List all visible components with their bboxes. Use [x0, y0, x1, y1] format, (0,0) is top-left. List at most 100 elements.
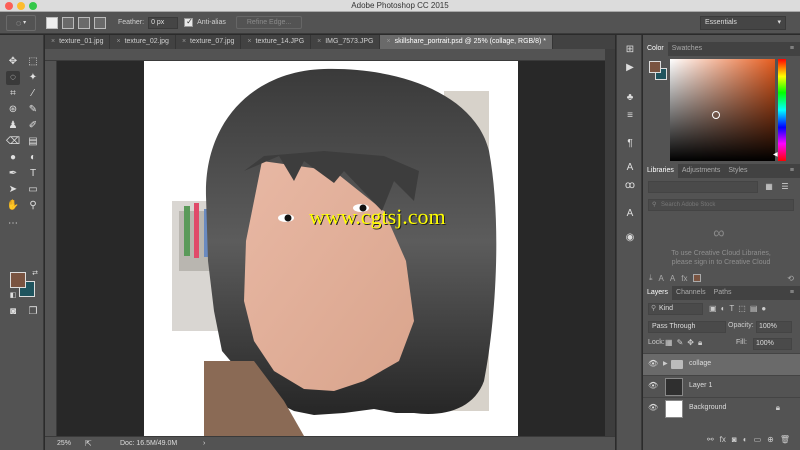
hand-tool-icon[interactable]: ✋ — [6, 199, 20, 213]
hue-slider[interactable] — [778, 59, 786, 161]
paragraph-panel-icon[interactable]: ¶ — [623, 137, 637, 151]
panel-menu-icon[interactable]: ≡ — [790, 286, 794, 300]
rectangle-tool-icon[interactable]: ▭ — [26, 183, 40, 197]
new-layer-icon[interactable]: ⊕ — [767, 433, 774, 447]
layer-name[interactable]: Layer 1 — [689, 382, 712, 389]
type-tool-icon[interactable]: T — [26, 167, 40, 181]
new-group-icon[interactable]: ▭ — [754, 433, 762, 447]
zoom-tool-icon[interactable]: ⚲ — [26, 199, 40, 213]
lock-all-icon[interactable]: 🔒︎ — [698, 338, 702, 348]
spot-healing-tool-icon[interactable]: ⊛ — [6, 103, 20, 117]
link-layers-icon[interactable]: ⚯ — [707, 433, 714, 447]
document-tab[interactable]: × texture_02.jpg — [110, 35, 176, 49]
canvas-area[interactable]: www.cgtsj.com — [57, 61, 605, 436]
antialias-checkbox[interactable] — [184, 17, 194, 27]
layer-style-icon[interactable]: A — [670, 274, 675, 283]
delete-layer-icon[interactable]: 🗑︎ — [780, 433, 790, 447]
refine-edge-button[interactable]: Refine Edge... — [235, 16, 303, 29]
swap-colors-icon[interactable]: ⇄ — [28, 267, 42, 281]
properties-panel-icon[interactable]: ◉ — [623, 231, 637, 245]
color-picker-field[interactable] — [670, 59, 775, 161]
sync-icon[interactable]: ⟲ — [787, 274, 794, 283]
blend-mode-select[interactable]: Pass Through — [648, 321, 726, 333]
filter-toggle-icon[interactable]: ● — [761, 303, 766, 315]
blur-tool-icon[interactable]: ● — [6, 151, 20, 165]
pen-tool-icon[interactable]: ✒ — [6, 167, 20, 181]
document-tab-active[interactable]: × skillshare_portrait.psd @ 25% (collage,… — [380, 35, 554, 49]
brush-presets-icon[interactable]: ≡ — [623, 109, 637, 123]
move-tool-icon[interactable]: ✥ — [6, 55, 20, 69]
layer-row-collage[interactable]: 👁︎ ▶ collage — [643, 353, 800, 375]
actions-panel-icon[interactable]: ▶ — [623, 61, 637, 75]
expand-arrow-icon[interactable]: ▶ — [663, 360, 668, 367]
subtract-from-selection-button[interactable] — [78, 16, 90, 29]
grid-view-icon[interactable]: ▦ — [764, 182, 774, 192]
close-tab-icon[interactable]: × — [317, 38, 321, 45]
document-tab[interactable]: × IMG_7573.JPG — [311, 35, 381, 49]
document-canvas[interactable] — [144, 61, 518, 436]
more-tools-icon[interactable]: ⋯ — [6, 217, 20, 231]
fx-icon[interactable]: fx — [681, 274, 687, 283]
default-colors-icon[interactable]: ◧ — [6, 289, 20, 303]
shape-filter-icon[interactable]: ⬚ — [738, 303, 746, 315]
gradient-tool-icon[interactable]: ▤ — [26, 135, 40, 149]
eyedropper-tool-icon[interactable]: ⁄ — [26, 87, 40, 101]
character-styles-icon[interactable]: ꝏ — [623, 179, 637, 193]
tab-styles[interactable]: Styles — [724, 164, 751, 178]
close-tab-icon[interactable]: × — [182, 38, 186, 45]
adjustment-layer-icon[interactable]: ◐ — [743, 433, 748, 447]
character-panel-icon[interactable]: A — [623, 161, 637, 175]
marquee-tool-icon[interactable]: ⬚ — [26, 55, 40, 69]
status-menu-arrow-icon[interactable]: › — [203, 437, 205, 450]
tab-channels[interactable]: Channels — [672, 286, 710, 300]
horizontal-ruler[interactable] — [45, 49, 605, 61]
panel-menu-icon[interactable]: ≡ — [790, 42, 794, 56]
crop-tool-icon[interactable]: ⌗ — [6, 87, 20, 101]
add-to-selection-button[interactable] — [62, 16, 74, 29]
adjustment-filter-icon[interactable]: ◐ — [721, 303, 726, 315]
vertical-scrollbar[interactable] — [605, 49, 615, 436]
intersect-selection-button[interactable] — [94, 16, 106, 29]
layer-style-fx-icon[interactable]: fx — [720, 433, 726, 447]
pixel-filter-icon[interactable]: ▣ — [709, 303, 717, 315]
layer-row-background[interactable]: 👁︎ Background 🔒︎ — [643, 397, 800, 419]
color-square-icon[interactable] — [693, 274, 702, 282]
quick-mask-icon[interactable]: ◙ — [6, 305, 20, 319]
lock-position-icon[interactable]: ✥ — [687, 338, 694, 348]
clone-stamp-tool-icon[interactable]: ♟ — [6, 119, 20, 133]
feather-input[interactable]: 0 px — [148, 16, 179, 29]
foreground-color-swatch[interactable] — [10, 272, 26, 288]
add-element-icon[interactable]: ⤓ — [649, 273, 653, 283]
path-selection-tool-icon[interactable]: ➤ — [6, 183, 20, 197]
screen-mode-icon[interactable]: ❐ — [26, 305, 40, 319]
history-brush-tool-icon[interactable]: ✐ — [26, 119, 40, 133]
visibility-eye-icon[interactable]: 👁︎ — [648, 381, 658, 390]
tab-paths[interactable]: Paths — [710, 286, 736, 300]
stock-search-input[interactable]: ⚲ Search Adobe Stock — [648, 199, 794, 211]
brush-panel-icon[interactable]: ♣ — [623, 91, 637, 105]
close-tab-icon[interactable]: × — [386, 38, 390, 45]
glyphs-panel-icon[interactable]: A — [623, 207, 637, 221]
add-mask-icon[interactable]: ◙ — [732, 433, 737, 447]
vertical-ruler[interactable] — [45, 61, 57, 436]
tab-libraries[interactable]: Libraries — [643, 164, 678, 178]
panel-menu-icon[interactable]: ≡ — [790, 164, 794, 178]
document-tab[interactable]: × texture_07.jpg — [176, 35, 242, 49]
dodge-tool-icon[interactable]: ◐ — [26, 151, 40, 165]
type-filter-icon[interactable]: T — [729, 303, 734, 315]
lasso-tool-icon[interactable]: ◌ — [6, 71, 20, 85]
lock-transparent-icon[interactable]: ▦ — [665, 338, 673, 348]
workspace-select[interactable]: Essentials ▾ — [700, 16, 786, 30]
zoom-level[interactable]: 25% — [57, 437, 71, 450]
visibility-eye-icon[interactable]: 👁︎ — [648, 403, 658, 412]
hue-slider-marker-icon[interactable]: ◀ — [773, 151, 778, 158]
character-style-icon[interactable]: A — [659, 274, 664, 283]
lock-image-icon[interactable]: ✎ — [677, 338, 684, 348]
opacity-input[interactable]: 100% — [756, 321, 792, 333]
tab-layers[interactable]: Layers — [643, 286, 673, 300]
library-select[interactable] — [648, 181, 758, 193]
smart-object-filter-icon[interactable]: ▤ — [750, 303, 758, 315]
document-tab[interactable]: × texture_14.JPG — [241, 35, 312, 49]
brush-tool-icon[interactable]: ✎ — [26, 103, 40, 117]
eraser-tool-icon[interactable]: ⌫ — [6, 135, 20, 149]
